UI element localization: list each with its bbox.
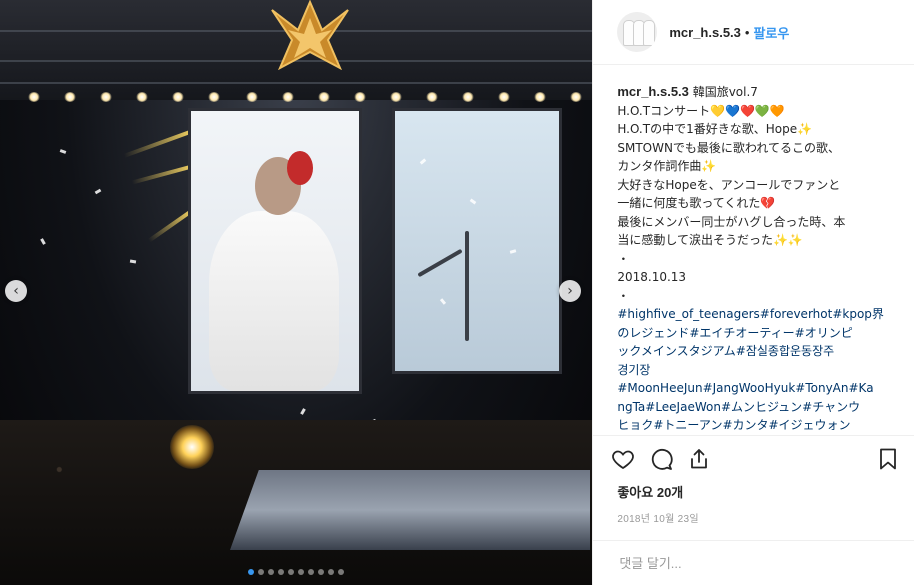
carousel-dot bbox=[308, 569, 315, 575]
stage-logo-icon bbox=[271, 0, 349, 70]
share-icon[interactable] bbox=[687, 447, 711, 471]
carousel-next-button[interactable]: › bbox=[559, 280, 581, 302]
follow-button[interactable]: 팔로우 bbox=[753, 23, 789, 42]
carousel-dot bbox=[268, 569, 275, 575]
video-screen-right bbox=[392, 108, 562, 374]
caption-username[interactable]: mcr_h.s.5.3 bbox=[617, 84, 689, 99]
carousel-dot bbox=[288, 569, 295, 575]
carousel-dot bbox=[248, 569, 255, 575]
post-viewer: ‹ › mcr_h.s.5.3 • 팔로우 mcr_h.s.5.3 韓国旅vol… bbox=[0, 0, 914, 585]
post-date: 2018년 10월 23일 bbox=[617, 514, 699, 525]
heart-icon[interactable] bbox=[611, 447, 635, 471]
carousel-dot bbox=[258, 569, 265, 575]
post-photo[interactable]: ‹ › bbox=[0, 0, 593, 585]
light-flare bbox=[170, 425, 214, 469]
comment-input[interactable] bbox=[617, 554, 890, 572]
comment-area bbox=[593, 540, 914, 585]
carousel-dot bbox=[318, 569, 325, 575]
stage-platform bbox=[230, 470, 590, 550]
header-separator: • bbox=[744, 24, 750, 40]
post-side-panel: mcr_h.s.5.3 • 팔로우 mcr_h.s.5.3 韓国旅vol.7 H… bbox=[592, 0, 914, 585]
carousel-dot bbox=[298, 569, 305, 575]
carousel-dot bbox=[328, 569, 335, 575]
comment-bubble-icon[interactable] bbox=[649, 447, 673, 471]
carousel-prev-button[interactable]: ‹ bbox=[5, 280, 27, 302]
likes-count[interactable]: 좋아요 20개 bbox=[593, 482, 914, 506]
header-username[interactable]: mcr_h.s.5.3 bbox=[669, 25, 741, 40]
caption-body: 韓国旅vol.7 H.O.Tコンサート💛💙❤️💚🧡 H.O.Tの中で1番好きな歌… bbox=[617, 85, 846, 303]
action-bar bbox=[593, 435, 914, 482]
caption-hashtags[interactable]: #highfive_of_teenagers#foreverhot#kpop界 … bbox=[617, 305, 900, 435]
stage-lights bbox=[0, 92, 592, 106]
carousel-dot bbox=[338, 569, 345, 575]
carousel-dot bbox=[278, 569, 285, 575]
post-header: mcr_h.s.5.3 • 팔로우 bbox=[593, 0, 914, 65]
video-screen-left bbox=[188, 108, 362, 394]
carousel-indicator bbox=[0, 569, 592, 575]
caption: mcr_h.s.5.3 韓国旅vol.7 H.O.Tコンサート💛💙❤️💚🧡 H.… bbox=[617, 83, 900, 305]
caption-area: mcr_h.s.5.3 韓国旅vol.7 H.O.Tコンサート💛💙❤️💚🧡 H.… bbox=[593, 65, 914, 435]
avatar[interactable] bbox=[617, 12, 658, 52]
bookmark-icon[interactable] bbox=[876, 447, 900, 471]
